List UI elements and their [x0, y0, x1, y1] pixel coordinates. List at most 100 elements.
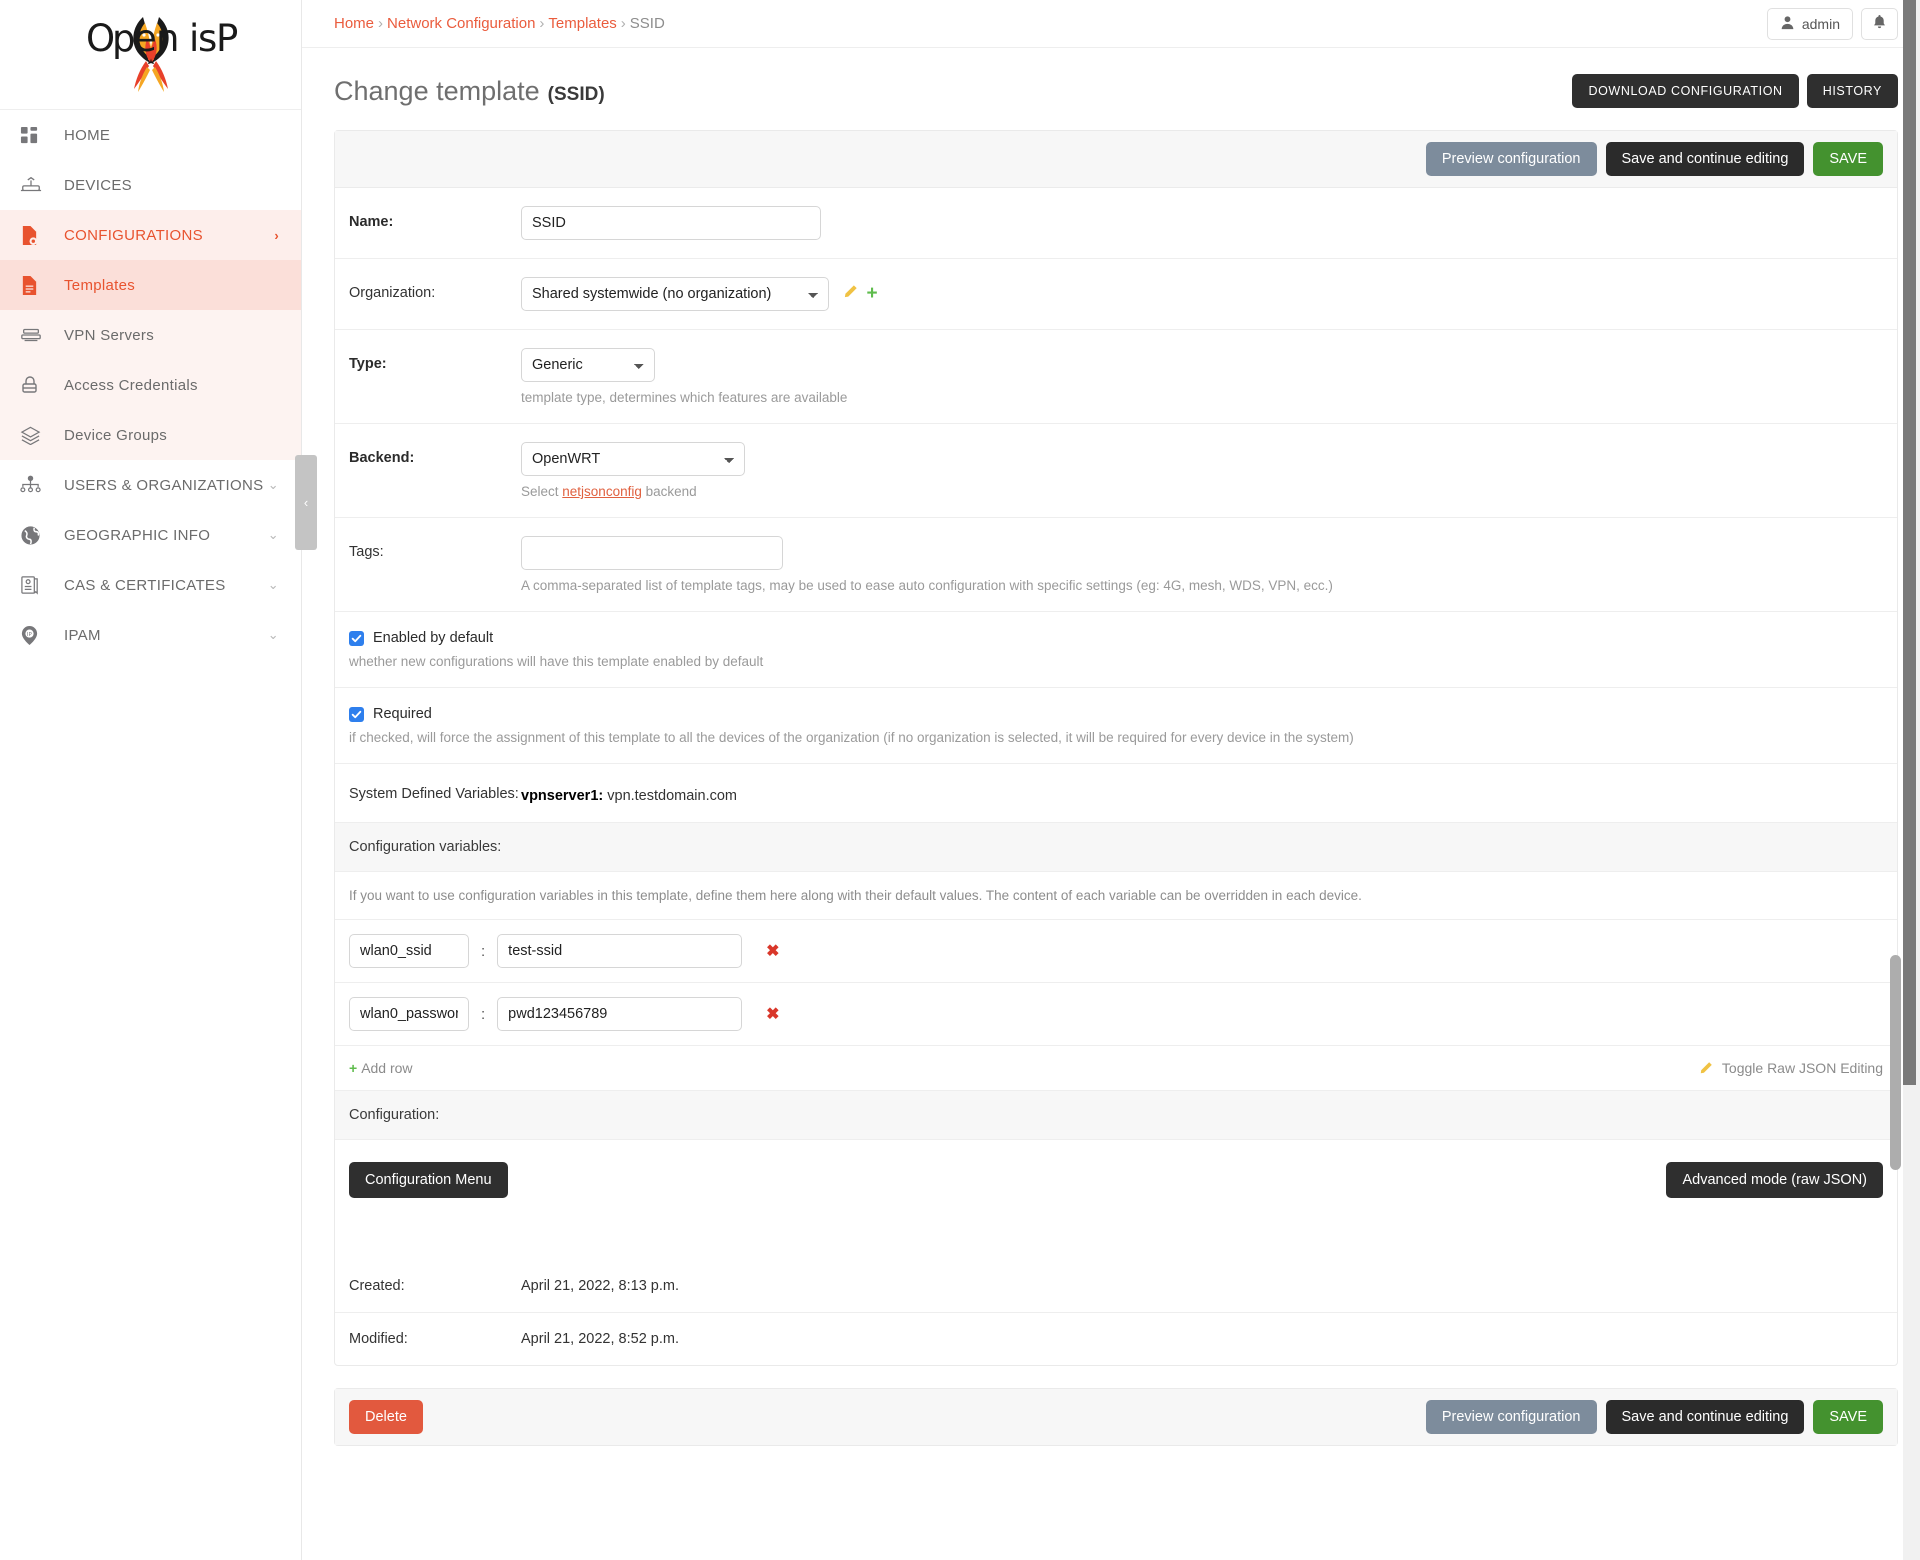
- template-file-icon: [20, 273, 50, 297]
- user-name-label: admin: [1802, 16, 1840, 32]
- organization-select[interactable]: Shared systemwide (no organization): [521, 277, 829, 311]
- field-row-organization: Organization: Shared systemwide (no orga…: [335, 259, 1897, 330]
- sidebar-item-cas-certificates[interactable]: CAS & CERTIFICATES ⌄: [0, 560, 301, 610]
- breadcrumb-link-templates[interactable]: Templates: [548, 15, 616, 32]
- required-checkbox[interactable]: [349, 707, 364, 722]
- save-button-top[interactable]: SAVE: [1813, 142, 1883, 176]
- history-button[interactable]: HISTORY: [1807, 74, 1898, 108]
- toggle-raw-json-label: Toggle Raw JSON Editing: [1722, 1060, 1883, 1076]
- add-row-button[interactable]: +Add row: [349, 1060, 413, 1076]
- sidebar-item-ipam[interactable]: IP IPAM ⌄: [0, 610, 301, 660]
- field-row-backend: Backend: OpenWRT Select netjsonconfig ba…: [335, 424, 1897, 518]
- type-select[interactable]: Generic: [521, 348, 655, 382]
- backend-select[interactable]: OpenWRT: [521, 442, 745, 476]
- breadcrumb-link-home[interactable]: Home: [334, 15, 374, 32]
- backend-help-prefix: Select: [521, 484, 562, 499]
- main-area: Home›Network Configuration›Templates›SSI…: [302, 0, 1920, 1560]
- tags-input[interactable]: [521, 536, 783, 570]
- user-menu-button[interactable]: admin: [1767, 8, 1853, 40]
- advanced-mode-button[interactable]: Advanced mode (raw JSON): [1666, 1162, 1883, 1198]
- sidebar: O p e n i s P HOME DEVICES: [0, 0, 302, 1560]
- vpn-server-icon: [20, 323, 50, 347]
- save-and-continue-button-bottom[interactable]: Save and continue editing: [1606, 1400, 1805, 1434]
- backend-field-wrap: OpenWRT Select netjsonconfig backend: [521, 442, 1897, 499]
- inner-scrollbar-thumb[interactable]: [1890, 955, 1901, 1170]
- chevron-down-icon: ⌄: [268, 477, 279, 493]
- netjsonconfig-link[interactable]: netjsonconfig: [562, 484, 642, 499]
- sidebar-item-geographic-info[interactable]: GEOGRAPHIC INFO ⌄: [0, 510, 301, 560]
- page-scrollbar-thumb-upper[interactable]: [1903, 0, 1916, 505]
- configuration-menu-button[interactable]: Configuration Menu: [349, 1162, 508, 1198]
- sidebar-item-vpn-servers[interactable]: VPN Servers: [0, 310, 301, 360]
- chevron-down-icon: ⌄: [268, 627, 279, 643]
- field-row-required: Required if checked, will force the assi…: [335, 688, 1897, 764]
- configuration-buttons-row: Configuration Menu Advanced mode (raw JS…: [335, 1140, 1897, 1260]
- required-help: if checked, will force the assignment of…: [349, 730, 1897, 745]
- brand-logo[interactable]: O p e n i s P: [0, 0, 301, 110]
- plus-icon: +: [349, 1060, 357, 1076]
- topbar: Home›Network Configuration›Templates›SSI…: [302, 0, 1920, 48]
- svg-text:p: p: [112, 17, 136, 60]
- save-and-continue-button-top[interactable]: Save and continue editing: [1606, 142, 1805, 176]
- config-variable-row: : ✖: [335, 983, 1897, 1046]
- backend-help-suffix: backend: [642, 484, 697, 499]
- enabled-by-default-checkbox[interactable]: [349, 631, 364, 646]
- breadcrumb-link-network-configuration[interactable]: Network Configuration: [387, 15, 535, 32]
- enabled-checkbox-row: Enabled by default: [349, 630, 1897, 646]
- page-title-text: Change template: [334, 76, 540, 106]
- sidebar-subgroup-configurations: Templates VPN Servers Access Credentials: [0, 260, 301, 460]
- configuration-variables-description: If you want to use configuration variabl…: [335, 872, 1897, 920]
- required-label: Required: [373, 706, 432, 722]
- created-label: Created:: [349, 1278, 521, 1294]
- openwisp-logo-icon: O p e n i s P: [46, 9, 256, 105]
- sidebar-item-templates[interactable]: Templates: [0, 260, 301, 310]
- svg-text:e: e: [134, 17, 157, 60]
- sidebar-item-device-groups[interactable]: Device Groups: [0, 410, 301, 460]
- page-scrollbar-thumb-lower[interactable]: [1903, 505, 1916, 1085]
- name-input[interactable]: [521, 206, 821, 240]
- delete-button[interactable]: Delete: [349, 1400, 423, 1434]
- config-variable-key-input[interactable]: [349, 934, 469, 968]
- configuration-heading: Configuration:: [335, 1091, 1897, 1140]
- sidebar-item-configurations[interactable]: CONFIGURATIONS ›: [0, 210, 301, 260]
- pencil-icon[interactable]: [843, 284, 858, 303]
- sidebar-item-label: DEVICES: [64, 177, 279, 194]
- download-configuration-button[interactable]: DOWNLOAD CONFIGURATION: [1572, 74, 1798, 108]
- field-row-tags: Tags: A comma-separated list of template…: [335, 518, 1897, 612]
- sidebar-collapse-handle[interactable]: ‹: [295, 455, 317, 550]
- config-variable-value-input[interactable]: [497, 997, 742, 1031]
- sidebar-item-home[interactable]: HOME: [0, 110, 301, 160]
- required-wrap: Required if checked, will force the assi…: [335, 706, 1897, 745]
- preview-configuration-button-bottom[interactable]: Preview configuration: [1426, 1400, 1597, 1434]
- config-variable-value-input[interactable]: [497, 934, 742, 968]
- toggle-raw-json-button[interactable]: Toggle Raw JSON Editing: [1699, 1060, 1883, 1076]
- bottom-action-panel: Delete Preview configuration Save and co…: [334, 1388, 1898, 1446]
- system-defined-variable-entry: vpnserver1: vpn.testdomain.com: [521, 782, 1897, 804]
- svg-text:P: P: [216, 17, 238, 60]
- sidebar-item-devices[interactable]: DEVICES: [0, 160, 301, 210]
- sidebar-item-label: GEOGRAPHIC INFO: [64, 527, 268, 544]
- configuration-variables-heading: Configuration variables:: [335, 823, 1897, 872]
- enabled-by-default-label: Enabled by default: [373, 630, 493, 646]
- preview-configuration-button-top[interactable]: Preview configuration: [1426, 142, 1597, 176]
- name-label: Name:: [349, 206, 521, 230]
- type-label: Type:: [349, 348, 521, 372]
- sidebar-item-access-credentials[interactable]: Access Credentials: [0, 360, 301, 410]
- config-variable-delete-icon[interactable]: ✖: [766, 1004, 779, 1024]
- type-help-text: template type, determines which features…: [521, 390, 1897, 405]
- organization-field-wrap: Shared systemwide (no organization) +: [521, 277, 1897, 311]
- system-defined-variables-label: System Defined Variables:: [349, 782, 521, 802]
- config-variable-key-input[interactable]: [349, 997, 469, 1031]
- chevron-down-icon: ⌄: [268, 577, 279, 593]
- inner-scrollbar[interactable]: [1889, 0, 1903, 1560]
- plus-icon[interactable]: +: [866, 284, 877, 303]
- save-button-bottom[interactable]: SAVE: [1813, 1400, 1883, 1434]
- grid-icon: [20, 123, 50, 147]
- config-variable-delete-icon[interactable]: ✖: [766, 941, 779, 961]
- chevron-left-icon: ‹: [304, 495, 308, 510]
- system-defined-variables-wrap: vpnserver1: vpn.testdomain.com: [521, 782, 1897, 804]
- system-defined-variable-key: vpnserver1:: [521, 788, 603, 804]
- config-variable-colon: :: [481, 943, 485, 960]
- sidebar-item-users-organizations[interactable]: USERS & ORGANIZATIONS ⌄: [0, 460, 301, 510]
- page-scrollbar[interactable]: [1903, 0, 1920, 1560]
